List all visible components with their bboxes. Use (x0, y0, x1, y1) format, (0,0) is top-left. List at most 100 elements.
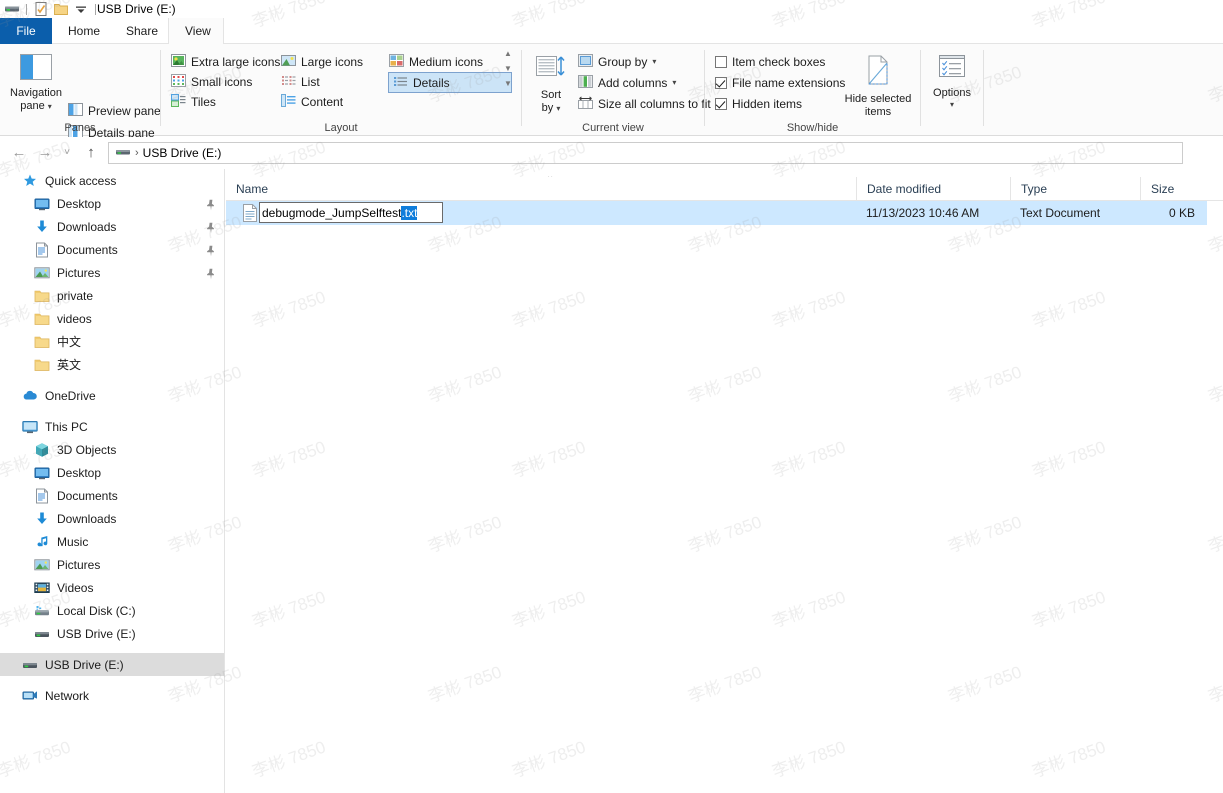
sidebar-item-usb-drive-e[interactable]: USB Drive (E:) (0, 622, 224, 645)
sidebar-item-desktop[interactable]: Desktop (0, 192, 224, 215)
star-icon (22, 173, 38, 189)
address-bar[interactable]: › USB Drive (E:) (108, 142, 1183, 164)
add-columns-button[interactable]: Add columns ▾ (578, 74, 676, 92)
sidebar-item-documents[interactable]: Documents (0, 238, 224, 261)
cell-size: 0 KB (1126, 201, 1195, 225)
sidebar-item-network[interactable]: Network (0, 684, 224, 707)
sidebar-item-item[interactable]: 英文 (0, 353, 224, 376)
navigation-pane-label-line2: pane ▾ (20, 100, 52, 113)
recent-locations-button[interactable]: ˅ (56, 143, 78, 163)
sidebar-item-label: Documents (57, 489, 118, 503)
sidebar-item-3d-objects[interactable]: 3D Objects (0, 438, 224, 461)
tab-share[interactable]: Share (110, 18, 168, 44)
customize-dropdown-icon[interactable] (73, 1, 89, 17)
tab-file[interactable]: File (0, 18, 52, 44)
sidebar-item-desktop[interactable]: Desktop (0, 461, 224, 484)
sidebar-item-usb-drive-e[interactable]: USB Drive (E:) (0, 653, 224, 676)
sidebar-item-local-disk-c[interactable]: Local Disk (C:) (0, 599, 224, 622)
content-button[interactable]: Content (281, 93, 343, 111)
medium-icons-button[interactable]: Medium icons (389, 53, 483, 71)
drive-icon[interactable] (4, 1, 20, 17)
pin-icon[interactable] (206, 199, 216, 214)
item-check-boxes-box-icon (715, 56, 727, 68)
sort-by-caret-icon: ▾ (556, 104, 560, 113)
sidebar-item-item[interactable]: 中文 (0, 330, 224, 353)
hide-selected-items-button[interactable]: Hide selected items (841, 54, 915, 119)
small-icons-button[interactable]: Small icons (171, 73, 252, 91)
pin-icon[interactable] (206, 268, 216, 283)
tiles-button[interactable]: Tiles (171, 93, 216, 111)
ribbon-group-show-hide: Item check boxes File name extensions Hi… (705, 44, 920, 136)
sidebar-item-label: USB Drive (E:) (57, 627, 136, 641)
medium-icons-icon (389, 54, 404, 70)
sidebar-item-label: videos (57, 312, 92, 326)
desktop-icon (34, 465, 50, 481)
column-header-name[interactable]: Name (226, 177, 856, 201)
add-columns-icon (578, 75, 593, 91)
options-button[interactable]: Options ▾ (929, 54, 975, 109)
sort-by-button[interactable]: Sort by ▾ (530, 54, 572, 115)
details-view-button[interactable]: Details (388, 72, 512, 93)
extra-large-icons-button[interactable]: Extra large icons (171, 53, 280, 71)
sidebar-item-pictures[interactable]: Pictures (0, 553, 224, 576)
list-button[interactable]: List (281, 73, 320, 91)
rename-input[interactable]: debugmode_JumpSelftest.txt (259, 202, 443, 223)
rename-input-extension-selected: .txt (401, 206, 417, 220)
ribbon-group-title-panes: Panes (0, 122, 160, 134)
size-all-columns-button[interactable]: Size all columns to fit (578, 95, 711, 113)
gallery-scroll-down-icon[interactable]: ▼ (504, 65, 512, 73)
sidebar-item-videos[interactable]: Videos (0, 576, 224, 599)
tiles-label: Tiles (191, 95, 216, 109)
navigation-pane-icon (20, 54, 52, 84)
ribbon-group-title-layout: Layout (161, 122, 521, 134)
sidebar-item-music[interactable]: Music (0, 530, 224, 553)
pin-icon[interactable] (206, 222, 216, 237)
file-name-extensions-checkbox[interactable]: File name extensions (715, 74, 845, 92)
music-icon (34, 534, 50, 550)
column-header-type[interactable]: Type (1010, 177, 1140, 201)
sidebar-item-videos[interactable]: videos (0, 307, 224, 330)
properties-icon[interactable] (33, 1, 49, 17)
sort-by-icon (535, 54, 567, 86)
column-header-size[interactable]: Size (1140, 177, 1223, 201)
monitor-icon (22, 419, 38, 435)
sidebar-item-onedrive[interactable]: OneDrive (0, 384, 224, 407)
large-icons-button[interactable]: Large icons (281, 53, 363, 71)
ribbon-group-title-show-hide: Show/hide (705, 122, 920, 134)
tab-view[interactable]: View (168, 18, 224, 44)
gallery-scroll-up-icon[interactable]: ▲ (504, 50, 512, 58)
gallery-expand-icon[interactable]: ▼ (504, 80, 512, 88)
table-row[interactable]: debugmode_JumpSelftest.txt 11/13/2023 10… (226, 201, 1207, 225)
forward-button[interactable]: → (34, 143, 56, 163)
back-button[interactable]: ← (8, 143, 30, 163)
sidebar-item-downloads[interactable]: Downloads (0, 215, 224, 238)
group-by-button[interactable]: Group by ▾ (578, 53, 656, 71)
preview-pane-button[interactable]: Preview pane (68, 102, 161, 120)
sidebar-item-downloads[interactable]: Downloads (0, 507, 224, 530)
up-button[interactable]: ↑ (80, 143, 102, 163)
column-header-date-modified[interactable]: Date modified (856, 177, 1010, 201)
new-folder-icon[interactable] (53, 1, 69, 17)
sidebar-item-documents[interactable]: Documents (0, 484, 224, 507)
tab-home[interactable]: Home (52, 18, 110, 44)
sidebar-item-quick-access[interactable]: Quick access (0, 169, 224, 192)
item-check-boxes-checkbox[interactable]: Item check boxes (715, 53, 825, 71)
small-icons-icon (171, 74, 186, 90)
usb-drive-icon (22, 657, 38, 673)
size-all-columns-label: Size all columns to fit (598, 97, 711, 111)
title-bar: USB Drive (E:) (0, 0, 1223, 18)
hidden-items-checkbox[interactable]: Hidden items (715, 95, 802, 113)
sidebar-item-private[interactable]: private (0, 284, 224, 307)
sidebar-item-label: 3D Objects (57, 443, 116, 457)
options-caret-icon: ▾ (950, 101, 954, 109)
ribbon: Navigation pane ▾ Preview pane (0, 44, 1223, 136)
sidebar-item-this-pc[interactable]: This PC (0, 415, 224, 438)
large-icons-icon (281, 54, 296, 70)
list-label: List (301, 75, 320, 89)
breadcrumb-item-usb-drive[interactable]: USB Drive (E:) (143, 146, 222, 160)
group-by-caret-icon: ▾ (652, 58, 656, 66)
navigation-pane-button[interactable]: Navigation pane ▾ (8, 54, 64, 113)
pin-icon[interactable] (206, 245, 216, 260)
sidebar-item-label: 英文 (57, 356, 81, 373)
sidebar-item-pictures[interactable]: Pictures (0, 261, 224, 284)
